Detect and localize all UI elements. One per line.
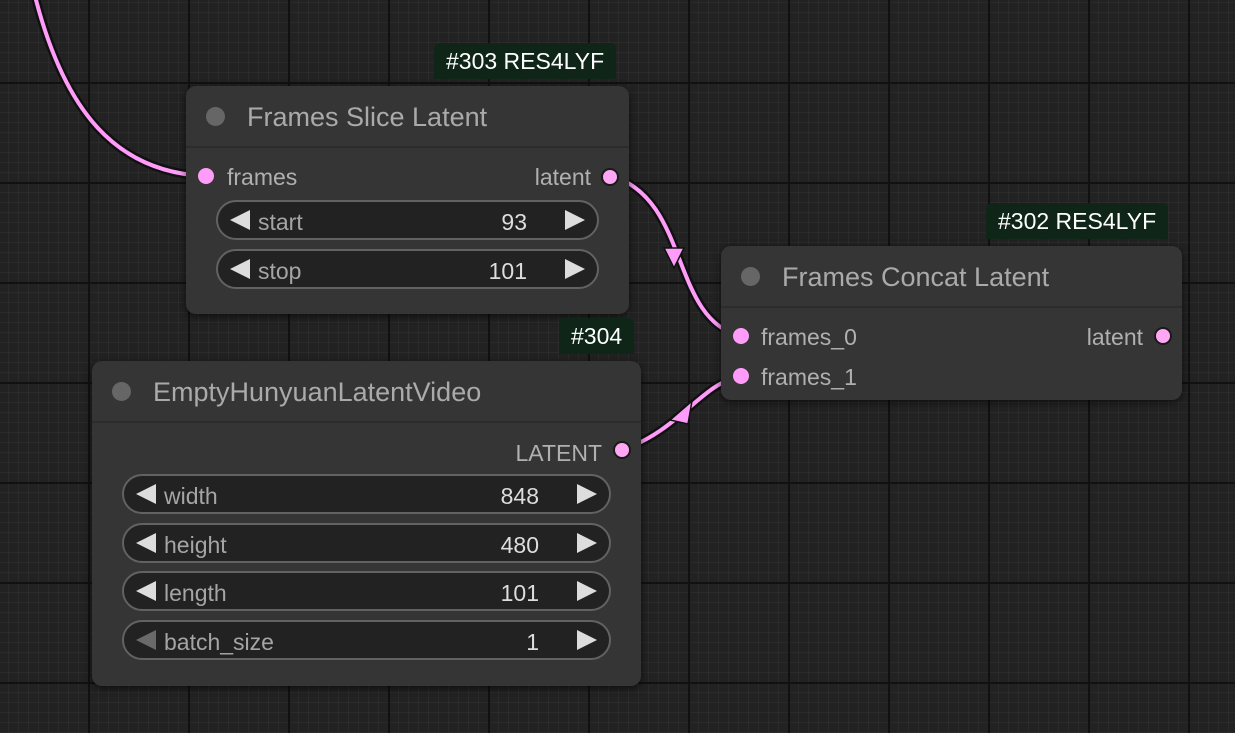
decrement-arrow-icon[interactable] <box>230 259 250 279</box>
link-direction-arrow <box>668 399 694 425</box>
widget-label: height <box>164 532 227 558</box>
widget-value[interactable]: 480 <box>501 532 539 559</box>
input-slot-frames-0[interactable] <box>733 328 749 344</box>
widget-value[interactable]: 101 <box>489 258 527 285</box>
decrement-arrow-icon[interactable] <box>230 210 250 230</box>
input-slot-frames[interactable] <box>198 168 214 184</box>
increment-arrow-icon[interactable] <box>577 630 597 650</box>
node-title: EmptyHunyuanLatentVideo <box>153 377 482 407</box>
node-title: Frames Concat Latent <box>782 262 1050 292</box>
output-slot-latent[interactable] <box>1154 327 1172 345</box>
output-label-latent: latent <box>534 164 591 190</box>
decrement-arrow-icon[interactable] <box>136 630 156 650</box>
input-slot-frames-1[interactable] <box>733 368 749 384</box>
widget-width[interactable]: width 848 <box>122 474 611 514</box>
increment-arrow-icon[interactable] <box>577 581 597 601</box>
widget-label: batch_size <box>164 629 274 655</box>
collapse-toggle-icon[interactable] <box>112 382 131 401</box>
collapse-toggle-icon[interactable] <box>741 267 760 286</box>
widget-value[interactable]: 93 <box>501 209 527 236</box>
widget-start[interactable]: start 93 <box>216 200 599 240</box>
increment-arrow-icon[interactable] <box>577 533 597 553</box>
decrement-arrow-icon[interactable] <box>136 484 156 504</box>
widget-label: width <box>164 483 218 509</box>
output-slot-latent[interactable] <box>601 168 619 186</box>
output-label-latent: LATENT <box>515 440 602 466</box>
node-title: Frames Slice Latent <box>247 102 488 132</box>
node-id-badge: #304 <box>559 318 635 354</box>
frames-concat-latent-node[interactable]: Frames Concat Latent frames_0 latent fra… <box>721 246 1182 400</box>
frames-slice-latent-node[interactable]: Frames Slice Latent frames latent start … <box>186 86 629 314</box>
node-title-bar[interactable]: EmptyHunyuanLatentVideo <box>92 361 641 423</box>
input-label-frames-1: frames_1 <box>761 364 857 390</box>
input-label-frames: frames <box>227 164 298 190</box>
widget-batch-size[interactable]: batch_size 1 <box>122 620 611 660</box>
input-label-frames-0: frames_0 <box>761 324 857 350</box>
node-title-bar[interactable]: Frames Concat Latent <box>721 246 1182 308</box>
widget-length[interactable]: length 101 <box>122 571 611 611</box>
node-id-badge: #303 RES4LYF <box>434 43 617 79</box>
widget-label: start <box>258 209 303 235</box>
widget-stop[interactable]: stop 101 <box>216 249 599 289</box>
widget-value[interactable]: 1 <box>526 629 539 656</box>
increment-arrow-icon[interactable] <box>577 484 597 504</box>
decrement-arrow-icon[interactable] <box>136 533 156 553</box>
increment-arrow-icon[interactable] <box>565 259 585 279</box>
node-id-badge: #302 RES4LYF <box>986 203 1169 239</box>
decrement-arrow-icon[interactable] <box>136 581 156 601</box>
widget-label: stop <box>258 258 302 284</box>
widget-value[interactable]: 848 <box>501 483 539 510</box>
output-label-latent: latent <box>1086 324 1143 350</box>
increment-arrow-icon[interactable] <box>565 210 585 230</box>
output-slot-latent[interactable] <box>613 441 631 459</box>
collapse-toggle-icon[interactable] <box>206 107 225 126</box>
widget-height[interactable]: height 480 <box>122 523 611 563</box>
empty-hunyuan-latent-video-node[interactable]: EmptyHunyuanLatentVideo LATENT width 848… <box>92 361 641 686</box>
widget-value[interactable]: 101 <box>501 580 539 607</box>
node-title-bar[interactable]: Frames Slice Latent <box>186 86 629 148</box>
widget-label: length <box>164 580 227 606</box>
